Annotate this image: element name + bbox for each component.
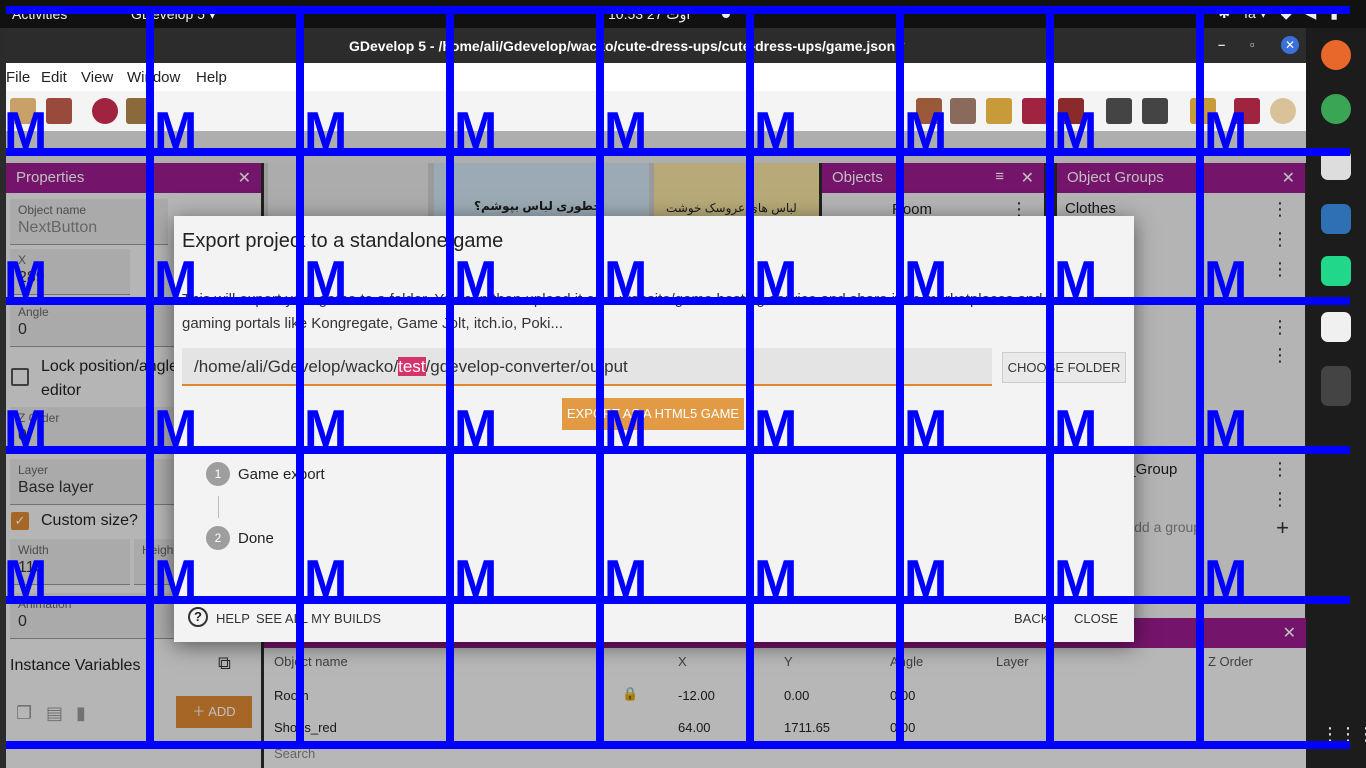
groups-panel-icon[interactable] bbox=[950, 98, 976, 124]
step-2-badge: 2 bbox=[206, 526, 230, 550]
system-tray[interactable]: ✱ fa ▾ ◆ ◀ ▮ bbox=[1218, 5, 1338, 22]
menu-window[interactable]: Window bbox=[127, 69, 180, 86]
window-close-button[interactable]: ✕ bbox=[1281, 36, 1299, 54]
help-button[interactable]: HELP bbox=[216, 611, 250, 626]
firefox-icon[interactable] bbox=[1321, 40, 1351, 70]
window-title: GDevelop 5 - /home/ali/Gdevelop/wacko/cu… bbox=[349, 38, 905, 54]
redo-icon[interactable] bbox=[1142, 98, 1168, 124]
desktop-screen: Activities GDevelop 5 ▾ 10:53 27 اوت ✱ f… bbox=[0, 0, 1366, 768]
keyboard-layout-label[interactable]: fa ▾ bbox=[1244, 5, 1267, 22]
grid-icon[interactable] bbox=[1234, 98, 1260, 124]
description-line-2: gaming portals like Kongregate, Game Jol… bbox=[182, 315, 564, 332]
objects-panel-icon[interactable] bbox=[916, 98, 942, 124]
gnome-top-bar: Activities GDevelop 5 ▾ 10:53 27 اوت ✱ f… bbox=[0, 0, 1366, 28]
instances-list-icon[interactable] bbox=[1022, 98, 1048, 124]
description-line-1: This will export your game to a folder. … bbox=[182, 291, 1043, 308]
step-1-badge: 1 bbox=[206, 462, 230, 486]
activities-button[interactable]: Activities bbox=[12, 6, 67, 22]
gdevelop-icon[interactable] bbox=[1321, 366, 1351, 406]
undo-icon[interactable] bbox=[1106, 98, 1132, 124]
volume-icon[interactable]: ◀ bbox=[1306, 5, 1317, 22]
output-folder-input[interactable]: /home/ali/Gdevelop/wacko/test/gdevelop-c… bbox=[182, 348, 992, 386]
wifi-icon[interactable]: ◆ bbox=[1281, 5, 1292, 22]
layers-icon[interactable] bbox=[1058, 98, 1084, 124]
document-viewer-icon[interactable] bbox=[1321, 312, 1351, 342]
window-titlebar: GDevelop 5 - /home/ali/Gdevelop/wacko/cu… bbox=[6, 28, 1306, 63]
maximize-button[interactable]: ▫ bbox=[1250, 37, 1255, 52]
zoom-icon[interactable] bbox=[1270, 98, 1296, 124]
close-button[interactable]: CLOSE bbox=[1074, 611, 1118, 626]
battery-icon[interactable]: ▮ bbox=[1330, 5, 1338, 22]
bluetooth-icon[interactable]: ✱ bbox=[1218, 5, 1230, 22]
back-button[interactable]: BACK bbox=[1014, 611, 1049, 626]
debug-icon[interactable] bbox=[126, 98, 152, 124]
path-selected-text: test bbox=[398, 357, 426, 376]
notification-dot-icon bbox=[722, 10, 730, 18]
dock: ⋮⋮⋮ bbox=[1306, 28, 1366, 768]
pycharm-icon[interactable] bbox=[1321, 256, 1351, 286]
show-apps-icon[interactable]: ⋮⋮⋮ bbox=[1321, 724, 1366, 754]
export-dialog: Export project to a standalone game This… bbox=[174, 216, 1134, 642]
toolbar bbox=[6, 91, 1306, 131]
step-connector bbox=[218, 496, 219, 518]
minimize-button[interactable]: – bbox=[1218, 37, 1225, 52]
choose-folder-button[interactable]: CHOOSE FOLDER bbox=[1002, 352, 1126, 383]
step-1-label: Game export bbox=[238, 466, 325, 483]
help-icon[interactable]: ? bbox=[188, 607, 208, 627]
preview-play-icon[interactable] bbox=[92, 98, 118, 124]
files-icon[interactable] bbox=[1321, 150, 1351, 180]
path-before: /home/ali/Gdevelop/wacko/ bbox=[194, 357, 399, 376]
export-html5-button[interactable]: EXPORT AS A HTML5 GAME bbox=[562, 398, 744, 430]
project-manager-icon[interactable] bbox=[10, 98, 36, 124]
chrome-icon[interactable] bbox=[1321, 94, 1351, 124]
window-mask-icon[interactable] bbox=[1190, 98, 1216, 124]
scene-icon[interactable] bbox=[46, 98, 72, 124]
terminal-icon[interactable] bbox=[1321, 204, 1351, 234]
menu-file[interactable]: File bbox=[6, 69, 30, 86]
properties-panel-icon[interactable] bbox=[986, 98, 1012, 124]
clock[interactable]: 10:53 27 اوت bbox=[608, 6, 690, 23]
app-menu[interactable]: GDevelop 5 ▾ bbox=[131, 6, 216, 23]
menu-bar: File Edit View Window Help bbox=[6, 63, 1306, 91]
menu-edit[interactable]: Edit bbox=[41, 69, 67, 86]
menu-help[interactable]: Help bbox=[196, 69, 227, 86]
dialog-title: Export project to a standalone game bbox=[182, 230, 504, 252]
see-all-builds-button[interactable]: SEE ALL MY BUILDS bbox=[256, 611, 381, 626]
dialog-description: This will export your game to a folder. … bbox=[182, 288, 1122, 336]
menu-view[interactable]: View bbox=[81, 69, 113, 86]
path-after: /gdevelop-converter/output bbox=[425, 357, 628, 376]
step-2-label: Done bbox=[238, 530, 274, 547]
